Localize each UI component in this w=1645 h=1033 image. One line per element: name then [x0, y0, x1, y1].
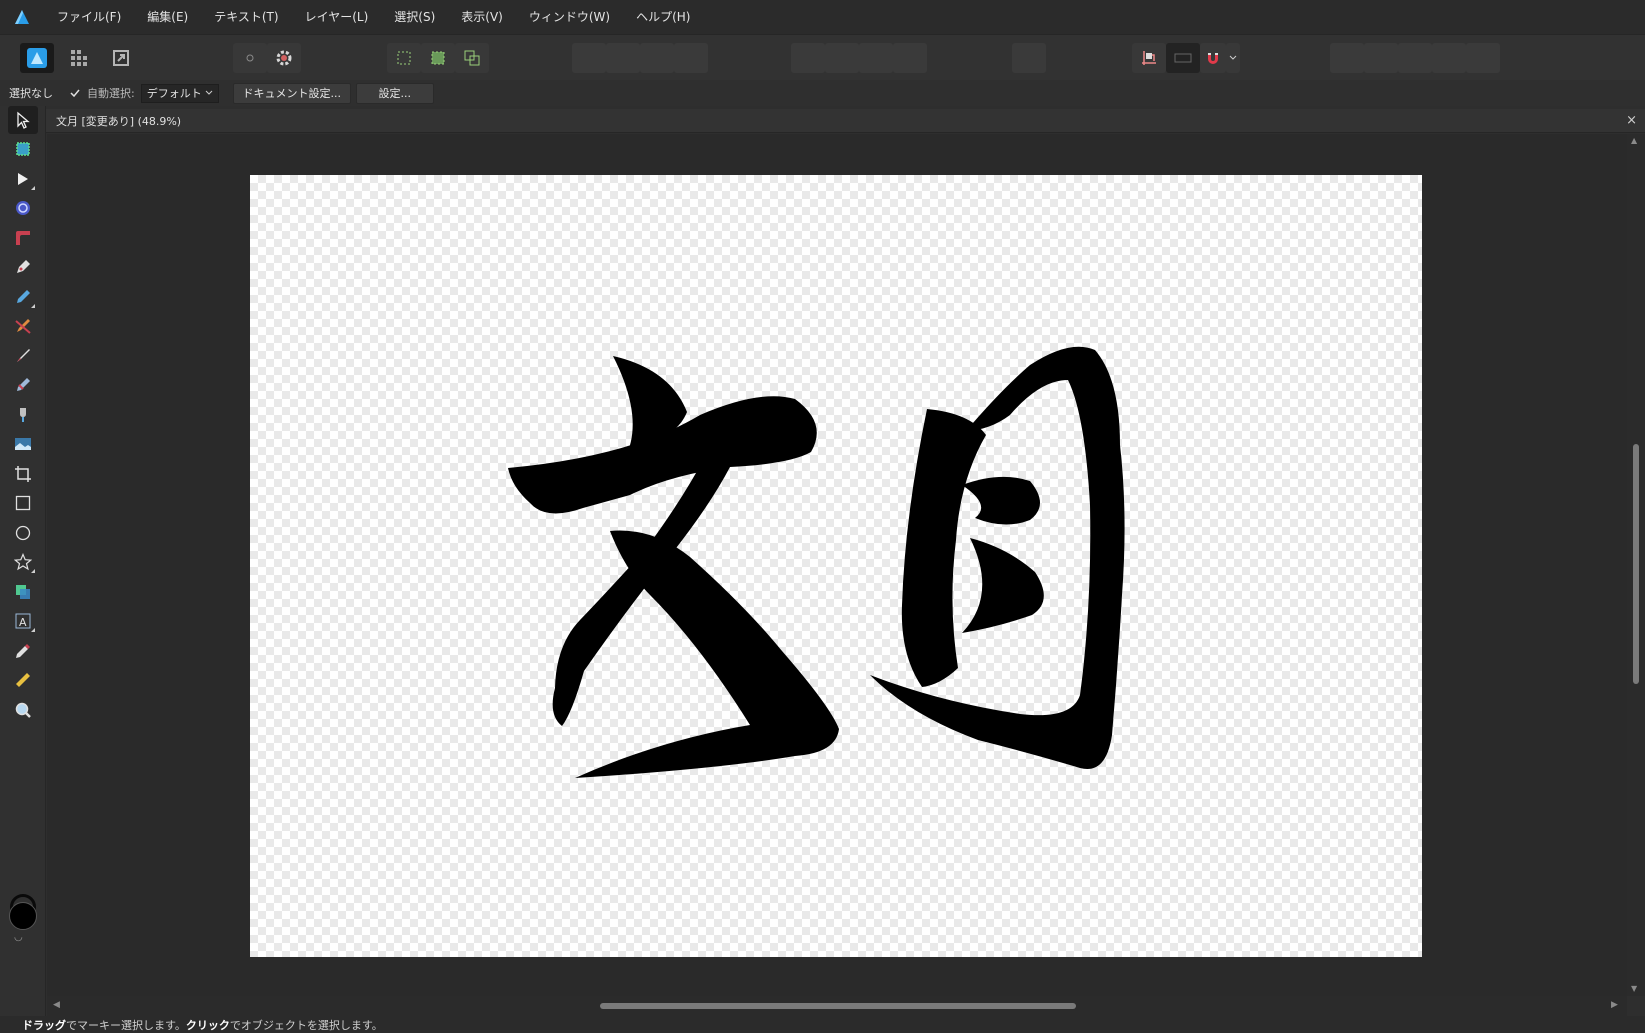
transparency-tool-icon[interactable] — [8, 401, 38, 429]
scroll-up-icon[interactable]: ▲ — [1631, 136, 1637, 145]
select-same-icon[interactable] — [455, 43, 489, 73]
arrange-forward-icon[interactable] — [640, 43, 674, 73]
boolean-subtract-icon[interactable] — [1364, 43, 1398, 73]
scroll-left-icon[interactable]: ◀ — [53, 1000, 60, 1010]
document-setup-button[interactable]: ドキュメント設定... — [232, 82, 351, 104]
menu-file[interactable]: ファイル(F) — [44, 0, 134, 34]
vertical-scrollbar[interactable]: ▲ ▼ — [1627, 134, 1645, 996]
fill-tool-icon[interactable] — [8, 371, 38, 399]
color-picker-tool-icon[interactable] — [8, 637, 38, 665]
context-circle-icon[interactable] — [233, 43, 267, 73]
fill-color-swatch[interactable] — [9, 902, 37, 930]
snapping-magnet-icon[interactable] — [1200, 43, 1226, 73]
app-window: ファイル(F) 編集(E) テキスト(T) レイヤー(L) 選択(S) 表示(V… — [0, 0, 1645, 1033]
point-transform-tool-icon[interactable] — [8, 194, 38, 222]
gear-icon[interactable] — [267, 43, 301, 73]
swap-colors-icon[interactable]: ◡ — [14, 932, 23, 943]
close-document-icon[interactable]: × — [1626, 113, 1637, 128]
arrange-back-icon[interactable] — [572, 43, 606, 73]
measure-tool-icon[interactable] — [8, 666, 38, 694]
menu-bar: ファイル(F) 編集(E) テキスト(T) レイヤー(L) 選択(S) 表示(V… — [0, 0, 1645, 34]
menu-text[interactable]: テキスト(T) — [201, 0, 291, 34]
snapping-grid-icon[interactable] — [1132, 43, 1166, 73]
pixel-persona-icon[interactable] — [62, 43, 96, 73]
svg-text:A: A — [19, 616, 27, 629]
auto-select-value: デフォルト — [146, 87, 202, 100]
arrange-front-icon[interactable] — [674, 43, 708, 73]
arrange-backward-icon[interactable] — [606, 43, 640, 73]
auto-select-checkbox[interactable] — [69, 87, 81, 99]
status-click-hint: クリック — [185, 1019, 230, 1032]
menu-select[interactable]: 選択(S) — [381, 0, 448, 34]
paintbrush-tool-icon[interactable] — [8, 342, 38, 370]
select-invert-icon[interactable] — [421, 43, 455, 73]
workspace-area[interactable] — [47, 134, 1627, 996]
zoom-tool-icon[interactable] — [8, 696, 38, 724]
snapping-options-chevron-down-icon[interactable] — [1226, 43, 1240, 73]
context-toolbar: 選択なし 自動選択: デフォルト ドキュメント設定... 設定... — [0, 80, 1645, 106]
artboard-canvas[interactable] — [250, 175, 1422, 957]
crop-tool-icon[interactable] — [8, 460, 38, 488]
shape-tool-icon[interactable] — [8, 578, 38, 606]
pencil-tool-icon[interactable] — [8, 283, 38, 311]
settings-button[interactable]: 設定... — [355, 82, 434, 104]
flip-vertical-icon[interactable] — [825, 43, 859, 73]
rotate-right-icon[interactable] — [893, 43, 927, 73]
vertical-scroll-thumb[interactable] — [1633, 444, 1639, 684]
selection-status-label: 選択なし — [9, 87, 53, 100]
align-icon[interactable] — [1012, 43, 1046, 73]
menu-layer[interactable]: レイヤー(L) — [292, 0, 382, 34]
place-image-tool-icon[interactable] — [8, 430, 38, 458]
node-tool-icon[interactable] — [8, 165, 38, 193]
boolean-divide-icon[interactable] — [1466, 43, 1500, 73]
menu-window[interactable]: ウィンドウ(W) — [516, 0, 623, 34]
vector-brush-tool-icon[interactable] — [8, 312, 38, 340]
rectangle-tool-icon[interactable] — [8, 489, 38, 517]
boolean-xor-icon[interactable] — [1432, 43, 1466, 73]
menu-edit[interactable]: 編集(E) — [134, 0, 201, 34]
status-bar: ドラッグでマーキー選択します。クリックでオブジェクトを選択します。 — [0, 1016, 1645, 1033]
auto-select-dropdown[interactable]: デフォルト — [140, 83, 219, 103]
status-drag-text: でマーキー選択します。 — [66, 1019, 186, 1032]
auto-select-label: 自動選択: — [87, 87, 135, 100]
artboard-tool-icon[interactable] — [8, 135, 38, 163]
menu-view[interactable]: 表示(V) — [448, 0, 516, 34]
tools-panel: A ◡ — [0, 106, 46, 1016]
horizontal-scrollbar[interactable]: ◀ ▶ — [47, 996, 1627, 1016]
text-tool-icon[interactable]: A — [8, 607, 38, 635]
document-tab[interactable]: 文月 [変更あり] (48.9%) × — [46, 109, 1645, 133]
designer-persona-icon[interactable] — [20, 43, 54, 73]
rotate-left-icon[interactable] — [859, 43, 893, 73]
move-tool-icon[interactable] — [8, 106, 38, 134]
select-all-icon[interactable] — [387, 43, 421, 73]
star-tool-icon[interactable] — [8, 548, 38, 576]
corner-tool-icon[interactable] — [8, 224, 38, 252]
flip-horizontal-icon[interactable] — [791, 43, 825, 73]
document-tab-title: 文月 [変更あり] (48.9%) — [56, 114, 182, 128]
pen-tool-icon[interactable] — [8, 253, 38, 281]
calligraphy-artwork[interactable] — [250, 175, 1422, 957]
boolean-add-icon[interactable] — [1330, 43, 1364, 73]
ellipse-tool-icon[interactable] — [8, 519, 38, 547]
chevron-down-icon — [205, 90, 213, 95]
status-drag-hint: ドラッグ — [22, 1019, 66, 1032]
horizontal-scroll-thumb[interactable] — [600, 1003, 1076, 1009]
affinity-designer-logo-icon[interactable] — [0, 0, 44, 34]
scroll-right-icon[interactable]: ▶ — [1611, 1000, 1618, 1010]
status-click-text: でオブジェクトを選択します。 — [229, 1019, 383, 1032]
boolean-intersect-icon[interactable] — [1398, 43, 1432, 73]
menu-help[interactable]: ヘルプ(H) — [623, 0, 703, 34]
export-persona-icon[interactable] — [104, 43, 138, 73]
view-mode-icon[interactable] — [1166, 43, 1200, 73]
scroll-down-icon[interactable]: ▼ — [1631, 984, 1637, 993]
